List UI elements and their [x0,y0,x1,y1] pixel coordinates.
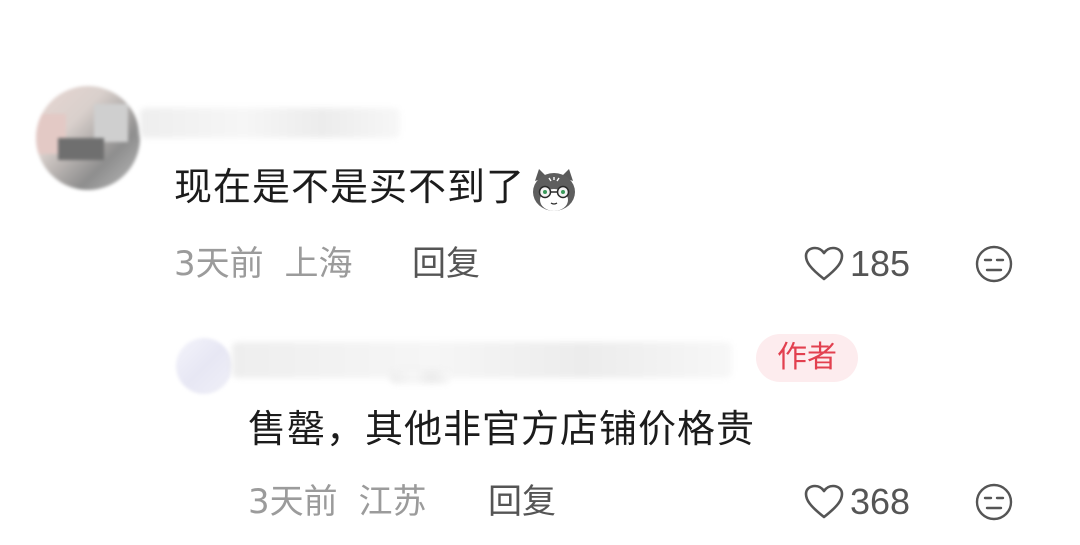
heart-outline-icon [804,246,844,281]
comment-text: 现在是不是买不到了 [174,164,579,213]
username-blurred[interactable] [232,342,732,378]
reply-comment-item: 作者 售罄，其他非官方店铺价格贵 3天前 江苏 回复 368 [0,300,1080,545]
avatar[interactable] [36,86,140,190]
comment-text-content: 现在是不是买不到了 [174,165,526,209]
meh-face-icon[interactable] [974,482,1014,522]
avatar[interactable] [176,338,232,394]
author-badge: 作者 [756,334,858,382]
reply-button[interactable]: 回复 [488,482,556,522]
comment-time: 3天前 [248,482,338,522]
meh-face-icon[interactable] [974,244,1014,284]
reply-button[interactable]: 回复 [412,244,480,284]
like-button[interactable]: 368 [804,481,911,522]
like-count: 368 [850,481,911,522]
comment-item: 现在是不是买不到了 3天前 上海 回复 185 [0,0,1080,300]
comment-location: 江苏 [358,482,427,522]
cat-emoji-icon [533,168,576,211]
comment-text: 售罄，其他非官方店铺价格贵 [248,407,756,451]
comment-location: 上海 [284,244,353,284]
username-blurred-secondary [390,370,450,384]
username-blurred[interactable] [140,108,400,138]
comment-time: 3天前 [174,244,264,284]
like-count: 185 [850,243,911,284]
comment-meta: 3天前 上海 [174,244,352,284]
like-button[interactable]: 185 [804,243,911,284]
heart-outline-icon [804,484,844,519]
comment-meta: 3天前 江苏 [248,482,426,522]
